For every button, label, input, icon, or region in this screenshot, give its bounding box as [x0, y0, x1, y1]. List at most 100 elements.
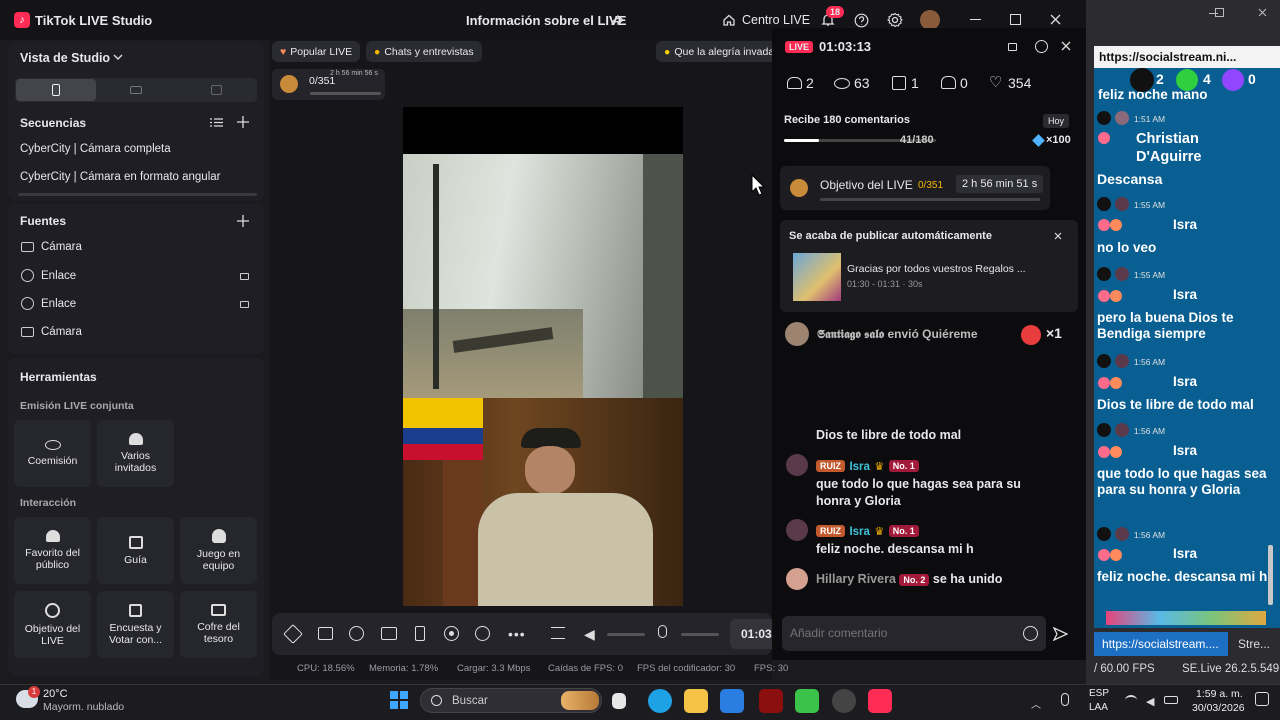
live-goal-card[interactable]: Objetivo del LIVE 0/351 2 h 56 min 51 s [780, 166, 1050, 210]
source-item[interactable]: Cámara [41, 241, 82, 253]
obs-icon[interactable] [832, 689, 856, 713]
ss-url-tab[interactable]: https://socialstream.... [1094, 632, 1228, 656]
share-icon[interactable] [611, 14, 624, 27]
list-icon[interactable] [210, 117, 223, 128]
chat-avatar[interactable] [786, 454, 808, 476]
settings-gear-icon[interactable] [887, 12, 903, 28]
tiktok-live-studio-icon[interactable] [868, 689, 892, 713]
dual-view-tab-icon[interactable] [211, 85, 222, 95]
maximize-icon[interactable] [1010, 14, 1021, 25]
home-icon[interactable] [722, 13, 736, 27]
ai-icon[interactable] [349, 626, 364, 641]
maximize-icon[interactable] [1215, 8, 1224, 17]
poll-button[interactable]: Encuesta y Votar con... [97, 591, 174, 658]
keyboard-lang[interactable]: ESP [1089, 688, 1109, 699]
chevron-up-icon[interactable]: ︿ [1031, 696, 1041, 711]
portrait-tab[interactable] [16, 79, 96, 101]
task-view-icon[interactable] [612, 693, 626, 709]
record-icon[interactable] [444, 626, 459, 641]
live-title-tag[interactable]: ● Que la alegría invada [656, 41, 772, 62]
landscape-tab-icon[interactable] [130, 86, 142, 94]
microphone-icon[interactable] [658, 625, 667, 638]
weather-temp[interactable]: 20°C [43, 688, 68, 700]
close-icon[interactable] [1054, 232, 1062, 240]
live-goal-button[interactable]: Objetivo del LIVE [14, 591, 91, 658]
microphone-icon[interactable] [1061, 693, 1069, 706]
live-info-title[interactable]: Información sobre el LIVE [466, 13, 626, 28]
chat-username[interactable]: Isra [849, 526, 869, 538]
auto-post-caption[interactable]: Gracias por todos vuestros Regalos ... [847, 263, 1026, 275]
live-timer-button[interactable]: 01:03 [730, 619, 772, 649]
app-icon-red[interactable] [759, 689, 783, 713]
add-sequence-icon[interactable] [237, 116, 249, 128]
chevron-down-icon[interactable] [113, 53, 123, 61]
avatar[interactable] [920, 10, 940, 30]
comment-input[interactable] [790, 624, 1010, 642]
chat-avatar[interactable] [786, 519, 808, 541]
notifications-icon[interactable] [1255, 692, 1269, 706]
settings-icon[interactable] [1035, 40, 1048, 53]
sequence-item[interactable]: CyberCity | Cámara en formato angular [20, 171, 221, 183]
speaker-volume-slider[interactable] [607, 633, 645, 636]
emoji-icon[interactable] [1023, 626, 1038, 641]
close-icon[interactable] [1258, 8, 1267, 17]
ss-stream-tab[interactable]: Stre... [1238, 637, 1270, 651]
weather-desc[interactable]: Mayorm. nublado [43, 701, 124, 713]
gift-sender-avatar[interactable] [785, 322, 809, 346]
scrollbar[interactable] [18, 193, 257, 196]
centro-live-button[interactable]: Centro LIVE [742, 13, 810, 27]
mixer-icon[interactable] [551, 627, 565, 639]
battery-icon[interactable] [1164, 696, 1178, 704]
studio-view-dropdown[interactable]: Vista de Studio [20, 51, 110, 65]
volume-icon[interactable]: ◀ [1146, 695, 1154, 708]
wifi-icon[interactable] [1125, 695, 1137, 705]
audience-favorite-button[interactable]: Favorito del público [14, 517, 91, 584]
chat-username[interactable]: Isra [849, 461, 869, 473]
help-icon[interactable] [854, 13, 869, 28]
add-scene-icon[interactable] [381, 627, 397, 640]
add-source-icon[interactable] [237, 215, 249, 227]
comment-input-box[interactable] [782, 616, 1046, 651]
send-icon[interactable] [1053, 627, 1068, 641]
guide-button[interactable]: Guía [97, 517, 174, 584]
lock-icon[interactable] [240, 273, 249, 280]
lock-icon[interactable] [240, 301, 249, 308]
treasure-chest-button[interactable]: Cofre del tesoro [180, 591, 257, 658]
team-game-button[interactable]: Juego en equipo [180, 517, 257, 584]
stream-preview-canvas[interactable] [403, 107, 683, 606]
source-item[interactable]: Enlace [41, 270, 76, 282]
edge-browser-icon[interactable] [648, 689, 672, 713]
chat-avatar[interactable] [786, 568, 808, 590]
lock-icon[interactable] [1008, 43, 1017, 51]
speaker-icon[interactable]: ◀ [584, 626, 595, 643]
phone-icon[interactable] [415, 626, 425, 641]
coemision-button[interactable]: Coemisión [14, 420, 91, 487]
replay-icon[interactable] [475, 626, 490, 641]
media-icon[interactable] [318, 627, 333, 640]
keyboard-layout[interactable]: LAA [1089, 702, 1108, 713]
socialstream-url[interactable]: https://socialstream.ni... [1099, 50, 1236, 64]
magic-wand-icon[interactable] [283, 624, 303, 644]
goal-mini-widget[interactable]: 0/351 2 h 56 min 56 s [272, 69, 385, 100]
file-explorer-icon[interactable] [684, 689, 708, 713]
mic-volume-slider[interactable] [681, 633, 719, 636]
source-item[interactable]: Cámara [41, 326, 82, 338]
minimize-icon[interactable] [970, 19, 981, 21]
video-thumbnail[interactable] [793, 253, 841, 301]
taskbar-search[interactable]: Buscar [420, 688, 602, 713]
source-item[interactable]: Enlace [41, 298, 76, 310]
app-icon-green[interactable] [795, 689, 819, 713]
chats-tag[interactable]: ● Chats y entrevistas [366, 41, 482, 62]
popular-live-tag[interactable]: ♥ Popular LIVE [272, 41, 361, 62]
close-icon[interactable] [1050, 14, 1061, 25]
clock-time[interactable]: 1:59 a. m. [1196, 688, 1243, 700]
more-icon[interactable]: ••• [508, 626, 526, 642]
sequence-item[interactable]: CyberCity | Cámara completa [20, 143, 171, 155]
ss-scrollbar[interactable] [1268, 545, 1273, 605]
joined-username[interactable]: Hillary Rivera [816, 572, 896, 586]
store-icon[interactable] [720, 689, 744, 713]
close-icon[interactable] [1061, 41, 1071, 51]
multi-guest-button[interactable]: Varios invitados [97, 420, 174, 487]
clock-date[interactable]: 30/03/2026 [1192, 702, 1245, 714]
windows-start-icon[interactable] [390, 691, 408, 709]
